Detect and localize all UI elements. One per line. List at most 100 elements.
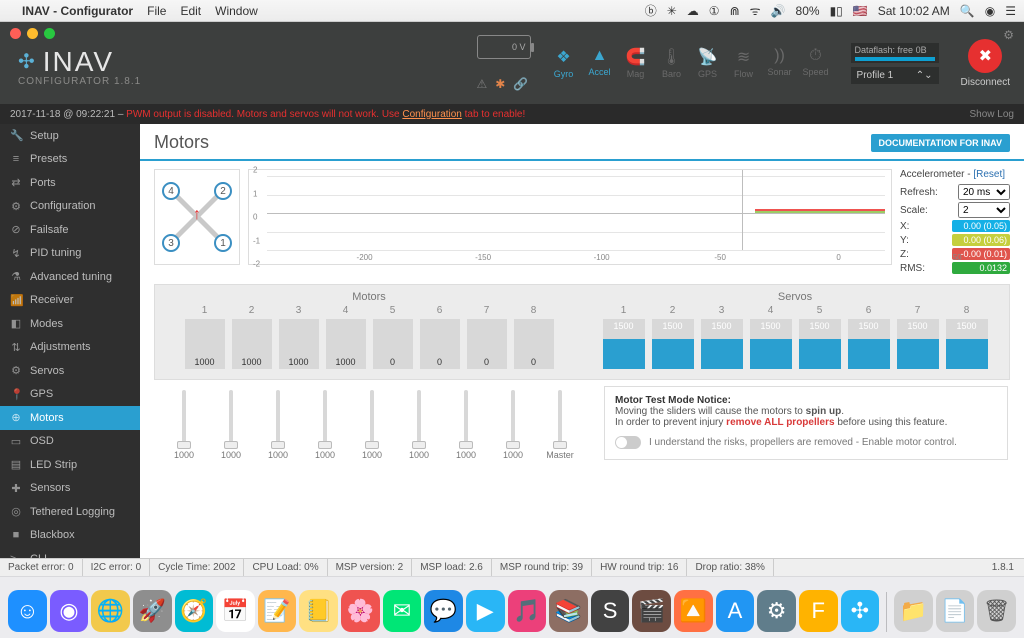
spotlight-icon[interactable]: 🔍 — [960, 4, 975, 18]
sidebar-item-sensors[interactable]: ✚Sensors — [0, 477, 140, 501]
sidebar-item-setup[interactable]: 🔧Setup — [0, 124, 140, 148]
sidebar-item-configuration[interactable]: ⚙Configuration — [0, 195, 140, 219]
menubar-icon[interactable]: ⓑ — [645, 2, 657, 19]
sidebar-item-adjustments[interactable]: ⇅Adjustments — [0, 336, 140, 360]
motor-bar-8: 80 — [514, 305, 554, 369]
scale-select[interactable]: 2 — [958, 202, 1010, 218]
dock-app[interactable]: 📅 — [216, 590, 255, 632]
sidebar-item-ports[interactable]: ⇄Ports — [0, 171, 140, 195]
documentation-button[interactable]: DOCUMENTATION FOR INAV — [871, 134, 1011, 152]
sensor-baro[interactable]: 🌡Baro — [655, 47, 689, 79]
close-icon[interactable] — [10, 28, 21, 39]
sensor-icon: 📡 — [698, 47, 718, 67]
dock-app[interactable]: 🔼 — [674, 590, 713, 632]
sidebar-item-led-strip[interactable]: ▤LED Strip — [0, 453, 140, 477]
reset-link[interactable]: [Reset] — [973, 169, 1005, 180]
disconnect[interactable]: ✖ Disconnect — [961, 39, 1010, 88]
clock[interactable]: Sat 10:02 AM — [878, 4, 950, 18]
sidebar-item-blackbox[interactable]: ■Blackbox — [0, 524, 140, 548]
volume-icon[interactable]: 🔊 — [771, 4, 786, 18]
dock-app[interactable]: 📁 — [894, 590, 933, 632]
profile-select[interactable]: Profile 1 ⌃⌄ — [851, 67, 939, 84]
sidebar-item-failsafe[interactable]: ⊘Failsafe — [0, 218, 140, 242]
settings-icon[interactable]: ⚙ — [1003, 28, 1014, 42]
dock-app[interactable]: 🎵 — [508, 590, 547, 632]
dock-app[interactable]: A — [716, 590, 755, 632]
dock-app[interactable]: 📄 — [936, 590, 975, 632]
dock-app[interactable]: 📝 — [258, 590, 297, 632]
maximize-icon[interactable] — [44, 28, 55, 39]
servo-bar-2: 21500 — [652, 305, 694, 369]
sidebar-item-pid-tuning[interactable]: ↯PID tuning — [0, 242, 140, 266]
motor-slider-3[interactable]: 1000 — [258, 390, 298, 460]
dock-app[interactable]: ◉ — [50, 590, 89, 632]
sidebar-item-receiver[interactable]: 📶Receiver — [0, 289, 140, 313]
menu-icon[interactable]: ☰ — [1005, 4, 1016, 18]
dock-app[interactable]: 💬 — [424, 590, 463, 632]
sensor-speed[interactable]: ⏱Speed — [799, 47, 833, 79]
sensor-gyro[interactable]: ❖Gyro — [547, 47, 581, 79]
sidebar-item-motors[interactable]: ⊕Motors — [0, 406, 140, 430]
sidebar-item-modes[interactable]: ◧Modes — [0, 312, 140, 336]
menubar-icon[interactable]: ☁ — [687, 4, 699, 18]
motor-slider-7[interactable]: 1000 — [446, 390, 486, 460]
motor-slider-5[interactable]: 1000 — [352, 390, 392, 460]
dock-app[interactable]: F — [799, 590, 838, 632]
dataflash-widget[interactable]: Dataflash: free 0B — [851, 43, 939, 63]
motor-slider-4[interactable]: 1000 — [305, 390, 345, 460]
dock-app[interactable]: ✉ — [383, 590, 422, 632]
motor-slider-2[interactable]: 1000 — [211, 390, 251, 460]
master-slider[interactable]: Master — [540, 390, 580, 460]
dock-app[interactable]: 🧭 — [175, 590, 214, 632]
dock-app[interactable]: 🎬 — [632, 590, 671, 632]
motor-bar-1: 11000 — [185, 305, 225, 369]
sidebar-item-servos[interactable]: ⚙Servos — [0, 359, 140, 383]
menubar-app[interactable]: INAV - Configurator — [22, 4, 133, 18]
sensor-accel[interactable]: ▲Accel — [583, 47, 617, 79]
dock-app[interactable]: 📒 — [299, 590, 338, 632]
dock-app[interactable]: 🚀 — [133, 590, 172, 632]
dock-app[interactable]: 🗑 — [977, 590, 1016, 632]
motor-slider-6[interactable]: 1000 — [399, 390, 439, 460]
dock-app[interactable]: 📚 — [549, 590, 588, 632]
dock-app[interactable]: ▶ — [466, 590, 505, 632]
wifi-icon[interactable]: ᯤ — [750, 2, 761, 19]
sensor-gps[interactable]: 📡GPS — [691, 47, 725, 79]
dock-app[interactable]: 🌸 — [341, 590, 380, 632]
sensor-sonar[interactable]: ))Sonar — [763, 47, 797, 79]
motor-2: 2 — [214, 182, 232, 200]
disconnect-button[interactable]: ✖ — [968, 39, 1002, 73]
user-icon[interactable]: ◉ — [985, 4, 995, 18]
dock-app[interactable]: 🌐 — [91, 590, 130, 632]
motor-slider-1[interactable]: 1000 — [164, 390, 204, 460]
mixer-diagram: ↑ 1 2 3 4 — [154, 169, 240, 265]
minimize-icon[interactable] — [27, 28, 38, 39]
refresh-select[interactable]: 20 ms — [958, 184, 1010, 200]
menubar-icon[interactable]: ✳ — [667, 4, 677, 18]
sidebar-item-presets[interactable]: ≡Presets — [0, 148, 140, 172]
window-controls[interactable] — [10, 28, 55, 39]
sidebar-item-cli[interactable]: >_CLI — [0, 547, 140, 558]
dock-app[interactable]: S — [591, 590, 630, 632]
sensor-mag[interactable]: 🧲Mag — [619, 47, 653, 79]
menubar-icon[interactable]: ① — [709, 4, 720, 18]
dock-app[interactable]: ⚙ — [757, 590, 796, 632]
sidebar-item-gps[interactable]: 📍GPS — [0, 383, 140, 407]
menu-file[interactable]: File — [147, 4, 166, 18]
sidebar-item-tethered-logging[interactable]: ◎Tethered Logging — [0, 500, 140, 524]
menu-edit[interactable]: Edit — [180, 4, 201, 18]
enable-motor-toggle[interactable] — [615, 436, 641, 449]
config-link[interactable]: Configuration — [402, 109, 461, 120]
sidebar-item-osd[interactable]: ▭OSD — [0, 430, 140, 454]
battery-icon[interactable]: ▮▯ — [830, 4, 843, 18]
sidebar-item-advanced-tuning[interactable]: ⚗Advanced tuning — [0, 265, 140, 289]
flag-icon[interactable]: 🇺🇸 — [853, 4, 868, 18]
x-label: X: — [900, 221, 909, 232]
show-log-link[interactable]: Show Log — [970, 109, 1014, 120]
sensor-flow[interactable]: ≋Flow — [727, 47, 761, 79]
dock-app[interactable]: ✣ — [841, 590, 880, 632]
dock-app[interactable]: ☺ — [8, 590, 47, 632]
menu-window[interactable]: Window — [215, 4, 258, 18]
menubar-icon[interactable]: ⋒ — [730, 4, 740, 18]
motor-slider-8[interactable]: 1000 — [493, 390, 533, 460]
